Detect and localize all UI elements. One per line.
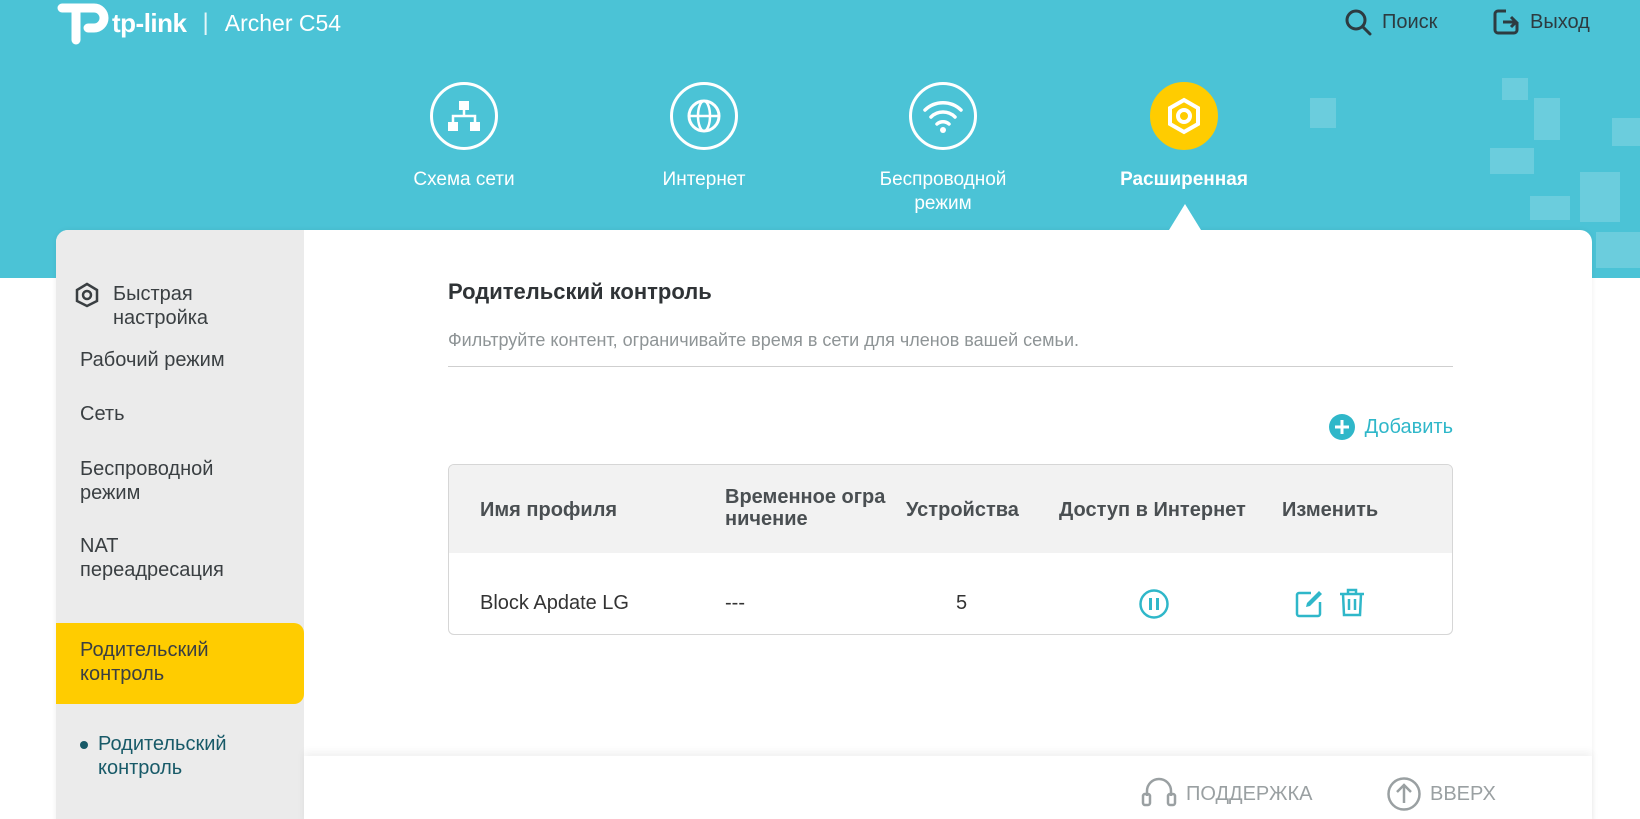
page-title: Родительский контроль xyxy=(448,279,712,304)
delete-profile-button[interactable] xyxy=(1338,588,1366,623)
sidebar-next-item[interactable] xyxy=(80,813,220,819)
gear-icon xyxy=(75,282,99,308)
headset-icon xyxy=(1141,777,1177,807)
network-map-icon xyxy=(448,101,480,131)
sidebar: Быстрая настройка Рабочий режим Сеть Бес… xyxy=(56,230,304,819)
search-label: Поиск xyxy=(1382,10,1438,33)
bullet-dot xyxy=(80,741,88,749)
logout-icon xyxy=(1493,9,1519,35)
edit-icon xyxy=(1295,591,1322,618)
gear-icon xyxy=(1168,97,1200,135)
time-limit-cell: --- xyxy=(725,592,745,614)
sidebar-item-label: Сеть xyxy=(80,403,125,425)
devices-cell: 5 xyxy=(956,592,968,614)
profile-name-cell: Block Apdate LG xyxy=(480,592,629,614)
nav-network-map[interactable]: Схема сети xyxy=(374,82,554,192)
sidebar-item-wireless[interactable]: Беспроводной режим xyxy=(80,457,230,505)
add-profile-button[interactable]: Добавить xyxy=(1328,414,1453,440)
back-to-top-link[interactable]: ВВЕРХ xyxy=(1386,776,1496,812)
content-area: Родительский контроль Фильтруйте контент… xyxy=(304,230,1592,819)
sidebar-item-label: NAT переадресация xyxy=(80,535,224,581)
nav-label: Интернет xyxy=(662,169,746,190)
footer-bar: ПОДДЕРЖКА ВВЕРХ xyxy=(304,756,1592,819)
tp-link-logo-icon xyxy=(54,0,110,46)
sidebar-item-operation-mode[interactable]: Рабочий режим xyxy=(80,348,290,372)
model-name: Archer C54 xyxy=(224,9,342,36)
sidebar-subitem-parental-control[interactable]: Родительский контроль xyxy=(80,732,248,780)
logout-button[interactable]: Выход xyxy=(1492,6,1590,38)
sidebar-subitem-label: Родительский контроль xyxy=(98,733,227,779)
plus-circle-icon xyxy=(1328,414,1355,440)
globe-icon xyxy=(687,99,721,133)
brand-name: tp-link xyxy=(112,7,187,38)
trash-icon xyxy=(1340,588,1364,617)
pause-icon xyxy=(1139,589,1169,619)
page-subtitle: Фильтруйте контент, ограничивайте время … xyxy=(448,330,1079,350)
add-label: Добавить xyxy=(1364,415,1453,438)
divider xyxy=(448,366,1453,367)
column-header-internet-access: Доступ в Интернет xyxy=(1059,499,1246,521)
sidebar-item-nat-forwarding[interactable]: NAT переадресация xyxy=(80,534,250,582)
column-header-modify: Изменить xyxy=(1282,499,1379,521)
nav-wireless[interactable]: Беспроводной режим xyxy=(853,82,1033,216)
main-card: Быстрая настройка Рабочий режим Сеть Бес… xyxy=(56,230,1592,819)
sidebar-item-label: Беспроводной режим xyxy=(80,458,214,504)
active-nav-pointer xyxy=(1169,204,1201,230)
sidebar-item-label: Родительский контроль xyxy=(80,639,209,685)
nav-advanced[interactable]: Расширенная xyxy=(1094,82,1274,192)
pause-access-button[interactable] xyxy=(1138,588,1170,625)
logout-label: Выход xyxy=(1530,10,1590,33)
support-label: ПОДДЕРЖКА xyxy=(1186,782,1313,805)
table-header: Имя профиля Временное огра ничение Устро… xyxy=(449,465,1452,553)
sidebar-item-label: Быстрая настройка xyxy=(113,283,209,329)
logo: tp-link | Archer C54 xyxy=(54,0,341,46)
column-header-devices: Устройства xyxy=(906,499,1019,521)
arrow-up-circle-icon xyxy=(1387,777,1421,811)
sidebar-item-network[interactable]: Сеть xyxy=(80,402,290,426)
column-header-time-limit: Временное огра ничение xyxy=(725,486,886,530)
sidebar-item-parental-control[interactable]: Родительский контроль xyxy=(56,623,304,704)
logo-separator: | xyxy=(202,9,209,36)
nav-label: Беспроводной режим xyxy=(879,169,1007,214)
column-header-profile-name: Имя профиля xyxy=(480,499,618,521)
search-icon xyxy=(1345,9,1372,36)
nav-label: Схема сети xyxy=(413,169,515,190)
nav-label: Расширенная xyxy=(1120,169,1248,190)
wifi-icon xyxy=(923,101,963,133)
profiles-table: Имя профиля Временное огра ничение Устро… xyxy=(448,464,1453,635)
support-link[interactable]: ПОДДЕРЖКА xyxy=(1140,776,1313,812)
nav-internet[interactable]: Интернет xyxy=(614,82,794,192)
sidebar-item-quick-setup[interactable]: Быстрая настройка xyxy=(75,282,290,330)
sidebar-item-label: Рабочий режим xyxy=(80,349,225,371)
search-button[interactable]: Поиск xyxy=(1344,6,1437,38)
top-label: ВВЕРХ xyxy=(1430,782,1496,805)
edit-profile-button[interactable] xyxy=(1294,589,1324,624)
